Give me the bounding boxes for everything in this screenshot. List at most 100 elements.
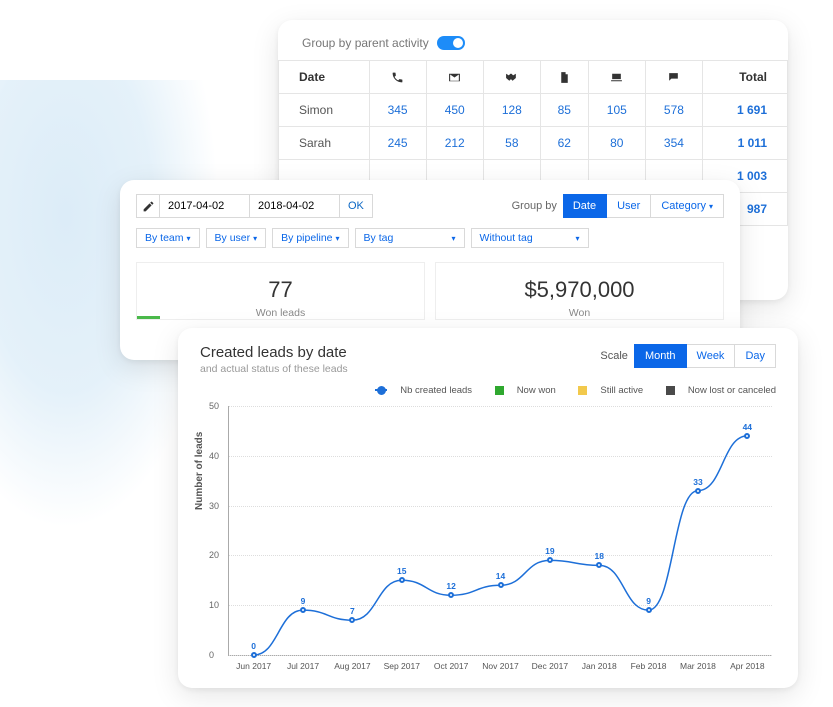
x-tick: Feb 2018: [624, 661, 674, 671]
x-tick: Oct 2017: [426, 661, 476, 671]
scale-day-pill[interactable]: Day: [735, 344, 776, 368]
line-point: [300, 607, 306, 613]
col-laptop-icon: [588, 61, 645, 94]
cell-value: 105: [588, 94, 645, 127]
x-tick: Apr 2018: [722, 661, 772, 671]
groupby-date-pill[interactable]: Date: [563, 194, 607, 218]
data-label: 7: [350, 606, 355, 616]
line-point: [498, 582, 504, 588]
data-label: 14: [496, 571, 505, 581]
cell-total: 1 691: [702, 94, 787, 127]
filter-without-tag[interactable]: Without tag▾: [471, 228, 589, 248]
data-label: 0: [251, 641, 256, 651]
cell-value: 450: [426, 94, 483, 127]
data-label: 12: [446, 581, 455, 591]
data-label: 44: [743, 422, 752, 432]
scale-week-pill[interactable]: Week: [687, 344, 736, 368]
x-tick: Aug 2017: [327, 661, 377, 671]
cell-value: 80: [588, 127, 645, 160]
col-phone-icon: [369, 61, 426, 94]
line-point: [646, 607, 652, 613]
row-name: Sarah: [279, 127, 370, 160]
stat-number: 77: [137, 277, 424, 303]
col-doc-icon: [540, 61, 588, 94]
group-by-pills: Group by Date User Category▾: [512, 194, 724, 218]
group-by-parent-toggle[interactable]: [437, 36, 465, 50]
line-point: [349, 617, 355, 623]
line-point: [744, 433, 750, 439]
cell-value: 62: [540, 127, 588, 160]
groupby-category-pill[interactable]: Category▾: [651, 194, 724, 218]
x-tick: Mar 2018: [673, 661, 723, 671]
filter-by-pipeline[interactable]: By pipeline▾: [272, 228, 348, 248]
data-label: 19: [545, 546, 554, 556]
data-label: 15: [397, 566, 406, 576]
chart-card: Created leads by date and actual status …: [178, 328, 798, 688]
y-tick: 10: [209, 600, 219, 610]
chart-area: Number of leads 01020304050Jun 2017Jul 2…: [200, 402, 776, 678]
col-chat-icon: [645, 61, 702, 94]
data-label: 18: [594, 551, 603, 561]
groupby-user-pill[interactable]: User: [607, 194, 651, 218]
stat-won-amount: $5,970,000 Won: [435, 262, 724, 320]
x-tick: Nov 2017: [476, 661, 526, 671]
y-tick: 40: [209, 451, 219, 461]
legend-still: Still active: [568, 385, 643, 396]
line-point: [596, 562, 602, 568]
chart-title: Created leads by date: [200, 344, 348, 361]
filter-by-team[interactable]: By team▾: [136, 228, 200, 248]
col-date: Date: [279, 61, 370, 94]
stat-label: Won leads: [137, 307, 424, 319]
group-by-parent-label: Group by parent activity: [302, 36, 429, 50]
line-series: [229, 406, 772, 655]
line-point: [695, 488, 701, 494]
col-total: Total: [702, 61, 787, 94]
data-label: 9: [646, 596, 651, 606]
scale-month-pill[interactable]: Month: [634, 344, 687, 368]
ok-button[interactable]: OK: [340, 194, 373, 218]
legend-nowwon: Now won: [485, 385, 556, 396]
cell-value: 245: [369, 127, 426, 160]
chart-legend: Nb created leads Now won Still active No…: [200, 385, 776, 396]
line-point: [251, 652, 257, 658]
line-point: [399, 577, 405, 583]
x-tick: Jun 2017: [229, 661, 279, 671]
stat-number: $5,970,000: [436, 277, 723, 303]
x-tick: Dec 2017: [525, 661, 575, 671]
date-from-input[interactable]: 2017-04-02: [160, 194, 250, 218]
scale-group: Scale Month Week Day: [600, 344, 776, 368]
filter-by-user[interactable]: By user▾: [206, 228, 267, 248]
chart-plot: 01020304050Jun 2017Jul 2017Aug 2017Sep 2…: [228, 406, 772, 656]
stat-label: Won: [436, 307, 723, 319]
col-mail-icon: [426, 61, 483, 94]
legend-lost: Now lost or canceled: [656, 385, 776, 396]
x-tick: Jul 2017: [278, 661, 328, 671]
date-to-input[interactable]: 2018-04-02: [250, 194, 340, 218]
pencil-icon[interactable]: [136, 194, 160, 218]
cell-value: 212: [426, 127, 483, 160]
cell-value: 128: [483, 94, 540, 127]
y-axis-label: Number of leads: [194, 432, 205, 510]
group-by-parent-row: Group by parent activity: [278, 36, 788, 60]
data-label: 33: [693, 477, 702, 487]
y-tick: 50: [209, 401, 219, 411]
cell-value: 85: [540, 94, 588, 127]
filter-by-tag[interactable]: By tag▾: [355, 228, 465, 248]
x-tick: Jan 2018: [574, 661, 624, 671]
x-tick: Sep 2017: [377, 661, 427, 671]
y-tick: 0: [209, 650, 214, 660]
line-point: [547, 557, 553, 563]
cell-value: 354: [645, 127, 702, 160]
cell-value: 345: [369, 94, 426, 127]
cell-value: 578: [645, 94, 702, 127]
filter-row: By team▾ By user▾ By pipeline▾ By tag▾ W…: [136, 228, 724, 248]
data-label: 9: [301, 596, 306, 606]
y-tick: 20: [209, 550, 219, 560]
cell-total: 1 011: [702, 127, 787, 160]
table-row[interactable]: Sarah2452125862803541 011: [279, 127, 788, 160]
date-range-group: 2017-04-02 2018-04-02 OK: [136, 194, 373, 218]
y-tick: 30: [209, 501, 219, 511]
legend-line: Nb created leads: [365, 385, 472, 396]
scale-label: Scale: [600, 350, 628, 362]
table-row[interactable]: Simon345450128851055781 691: [279, 94, 788, 127]
